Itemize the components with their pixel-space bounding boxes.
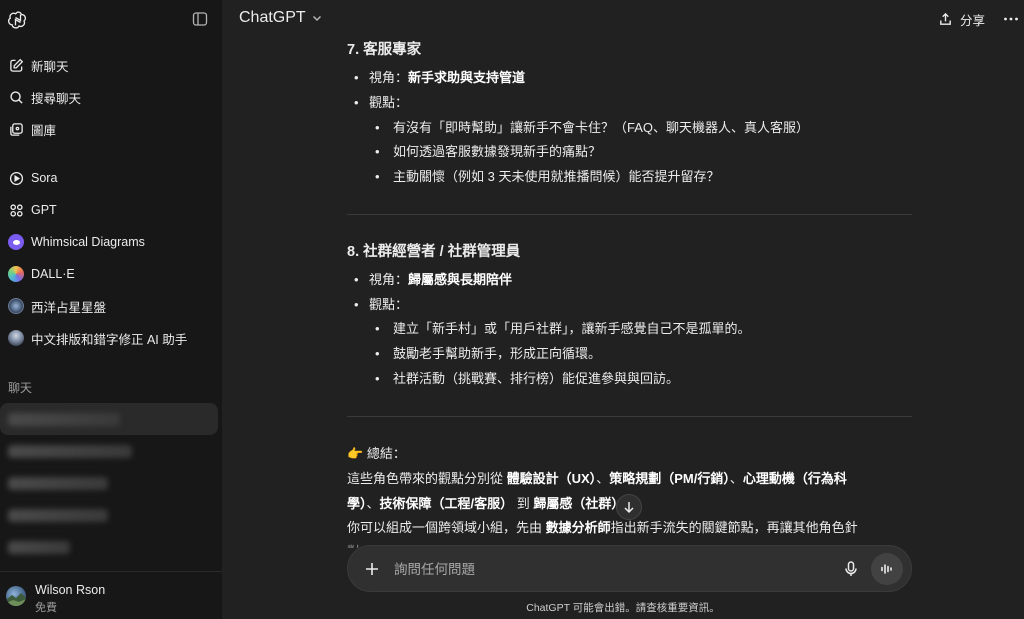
chat-history-item[interactable] [0,531,218,563]
user-name: Wilson Rson [35,583,106,597]
disclaimer: ChatGPT 可能會出錯。請查核重要資訊。 [526,602,720,614]
more-options-icon[interactable] [1002,10,1020,28]
sidebar-item-label: 新聊天 [31,59,69,74]
share-icon [938,12,953,27]
whimsical-icon [8,234,24,250]
chat-history-item[interactable] [0,403,218,435]
sidebar-item-search-chats[interactable]: 搜尋聊天 [4,83,218,111]
sidebar-item-label: Sora [31,171,58,185]
sidebar-item-dalle[interactable]: DALL·E [4,260,218,288]
summary-line: 這些角色帶來的觀點分別從 體驗設計（UX）、策略規劃（PM/行銷）、心理動機（行… [347,471,847,486]
chat-history-item[interactable] [0,467,218,499]
sidebar-item-library[interactable]: 圖庫 [4,115,218,143]
sidebar-item-label: 圖庫 [31,123,57,138]
scroll-down-button[interactable] [616,494,642,520]
sidebar-item-label: Whimsical Diagrams [31,235,145,249]
sidebar-item-gpt[interactable]: GPT [4,196,218,224]
composer [347,545,912,592]
assistant-message: 7. 客服專家 視角：新手求助與支持管道 觀點： 有沒有「即時幫助」讓新手不會卡… [347,0,912,548]
sidebar-item-label: GPT [31,203,57,217]
model-name: ChatGPT [239,9,306,26]
sidebar-item-typography-assistant[interactable]: 中文排版和錯字修正 AI 助手 [4,324,218,352]
divider [347,214,912,215]
search-icon [8,89,24,105]
model-selector-button[interactable]: ChatGPT [239,9,323,27]
summary-heading: 👉 總結： [347,446,406,461]
grid-icon [8,202,24,218]
typography-icon [8,330,24,346]
prompt-input[interactable] [394,558,814,580]
user-profile[interactable]: Wilson Rson 免費 [0,571,222,619]
openai-logo-icon[interactable] [8,10,28,30]
chats-section-label: 聊天 [8,381,33,395]
avatar [6,586,26,606]
share-label: 分享 [960,14,986,28]
voice-mode-button[interactable] [871,553,903,585]
share-button[interactable]: 分享 [938,10,985,29]
sidebar: 新聊天 搜尋聊天 圖庫 Sora GPT Whimsical Diagrams [0,0,222,619]
sidebar-item-label: 中文排版和錯字修正 AI 助手 [31,332,188,347]
sidebar-item-sora[interactable]: Sora [4,164,218,192]
astrology-icon [8,298,24,314]
plus-icon[interactable] [363,560,381,578]
chat-history-item[interactable] [0,435,218,467]
sidebar-item-astrology[interactable]: 西洋占星星盤 [4,292,218,320]
section-heading: 8. 社群經營者 / 社群管理員 [347,244,521,260]
arrow-down-icon [622,500,636,514]
sidebar-item-new-chat[interactable]: 新聊天 [4,51,218,79]
chevron-down-icon [311,12,323,24]
play-circle-icon [8,170,24,186]
edit-icon [8,57,24,73]
sidebar-item-label: DALL·E [31,267,75,281]
microphone-icon[interactable] [842,560,860,578]
divider [347,416,912,417]
images-icon [8,121,24,137]
chat-history-item[interactable] [0,499,218,531]
sidebar-toggle-icon[interactable] [192,11,210,29]
waveform-icon [879,561,895,577]
sidebar-item-whimsical[interactable]: Whimsical Diagrams [4,228,218,256]
user-plan: 免費 [35,602,57,614]
sidebar-item-label: 西洋占星星盤 [31,300,107,315]
section-heading: 7. 客服專家 [347,42,422,58]
sidebar-item-label: 搜尋聊天 [31,91,82,106]
sidebar-header [0,0,222,40]
dalle-icon [8,266,24,282]
